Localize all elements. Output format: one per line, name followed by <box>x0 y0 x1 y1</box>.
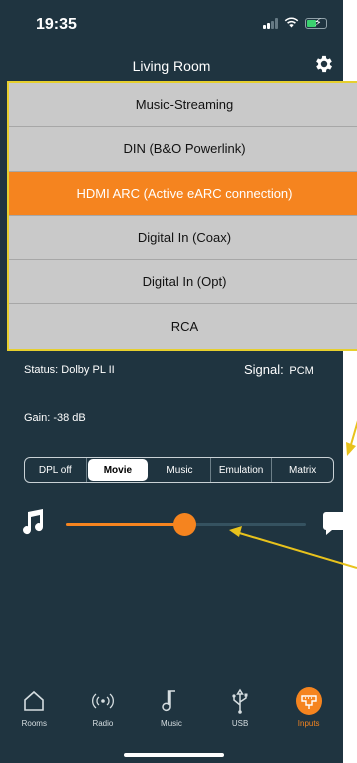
mode-option[interactable]: Movie <box>87 459 149 481</box>
signal-readout: Signal: PCM <box>244 362 314 377</box>
tab-radio[interactable]: Radio <box>69 688 138 740</box>
slider-fill <box>66 523 184 526</box>
tab-inputs[interactable]: Inputs <box>274 687 343 740</box>
signal-label: Signal: <box>244 362 284 377</box>
input-item[interactable]: Music-Streaming <box>9 83 357 128</box>
system-icons: ⚡ <box>263 17 327 30</box>
speech-bubble-icon <box>322 510 343 536</box>
cellular-signal-icon <box>263 18 278 29</box>
tab-label: USB <box>231 719 249 728</box>
input-item[interactable]: Digital In (Coax) <box>9 215 357 261</box>
mode-option[interactable]: Music <box>149 458 211 482</box>
home-icon <box>21 688 47 714</box>
sound-mode-selector: DPL off Movie Music Emulation Matrix <box>24 457 334 483</box>
tab-label: Music <box>161 719 182 728</box>
mode-option[interactable]: Emulation <box>211 458 273 482</box>
page-title: Living Room <box>132 58 211 74</box>
home-indicator <box>124 753 224 757</box>
mode-option[interactable]: DPL off <box>25 458 87 482</box>
gain-text: Gain: -38 dB <box>24 412 86 424</box>
wifi-icon <box>284 17 299 30</box>
mode-option[interactable]: Matrix <box>272 458 333 482</box>
music-note-icon <box>158 688 184 714</box>
status-bar: 19:35 ⚡ <box>0 0 343 40</box>
battery-charging-icon: ⚡ <box>305 17 327 29</box>
tab-rooms[interactable]: Rooms <box>0 688 69 740</box>
slider-thumb[interactable] <box>172 513 196 536</box>
usb-icon <box>227 688 253 714</box>
input-item[interactable]: RCA <box>9 304 357 349</box>
input-item[interactable]: HDMI ARC (Active eARC connection) <box>9 171 357 216</box>
input-source-list: Music-Streaming DIN (B&O Powerlink) HDMI A… <box>7 81 357 351</box>
input-item[interactable]: Digital In (Opt) <box>9 260 357 305</box>
music-note-icon <box>20 508 46 536</box>
tab-label: Radio <box>92 719 114 728</box>
tab-music[interactable]: Music <box>137 688 206 740</box>
status-text: Status: Dolby PL II <box>24 364 115 376</box>
gear-icon[interactable] <box>313 53 335 75</box>
input-item[interactable]: DIN (B&O Powerlink) <box>9 127 357 172</box>
balance-slider[interactable] <box>66 513 306 536</box>
radio-icon <box>90 688 116 714</box>
tab-label: Inputs <box>297 719 320 728</box>
tab-bar: Rooms Radio Music USB Inputs <box>0 687 343 740</box>
signal-value: PCM <box>289 365 314 377</box>
status-time: 19:35 <box>36 16 77 33</box>
inputs-icon <box>295 687 322 715</box>
tab-label: Rooms <box>21 719 47 728</box>
tab-usb[interactable]: USB <box>206 688 275 740</box>
